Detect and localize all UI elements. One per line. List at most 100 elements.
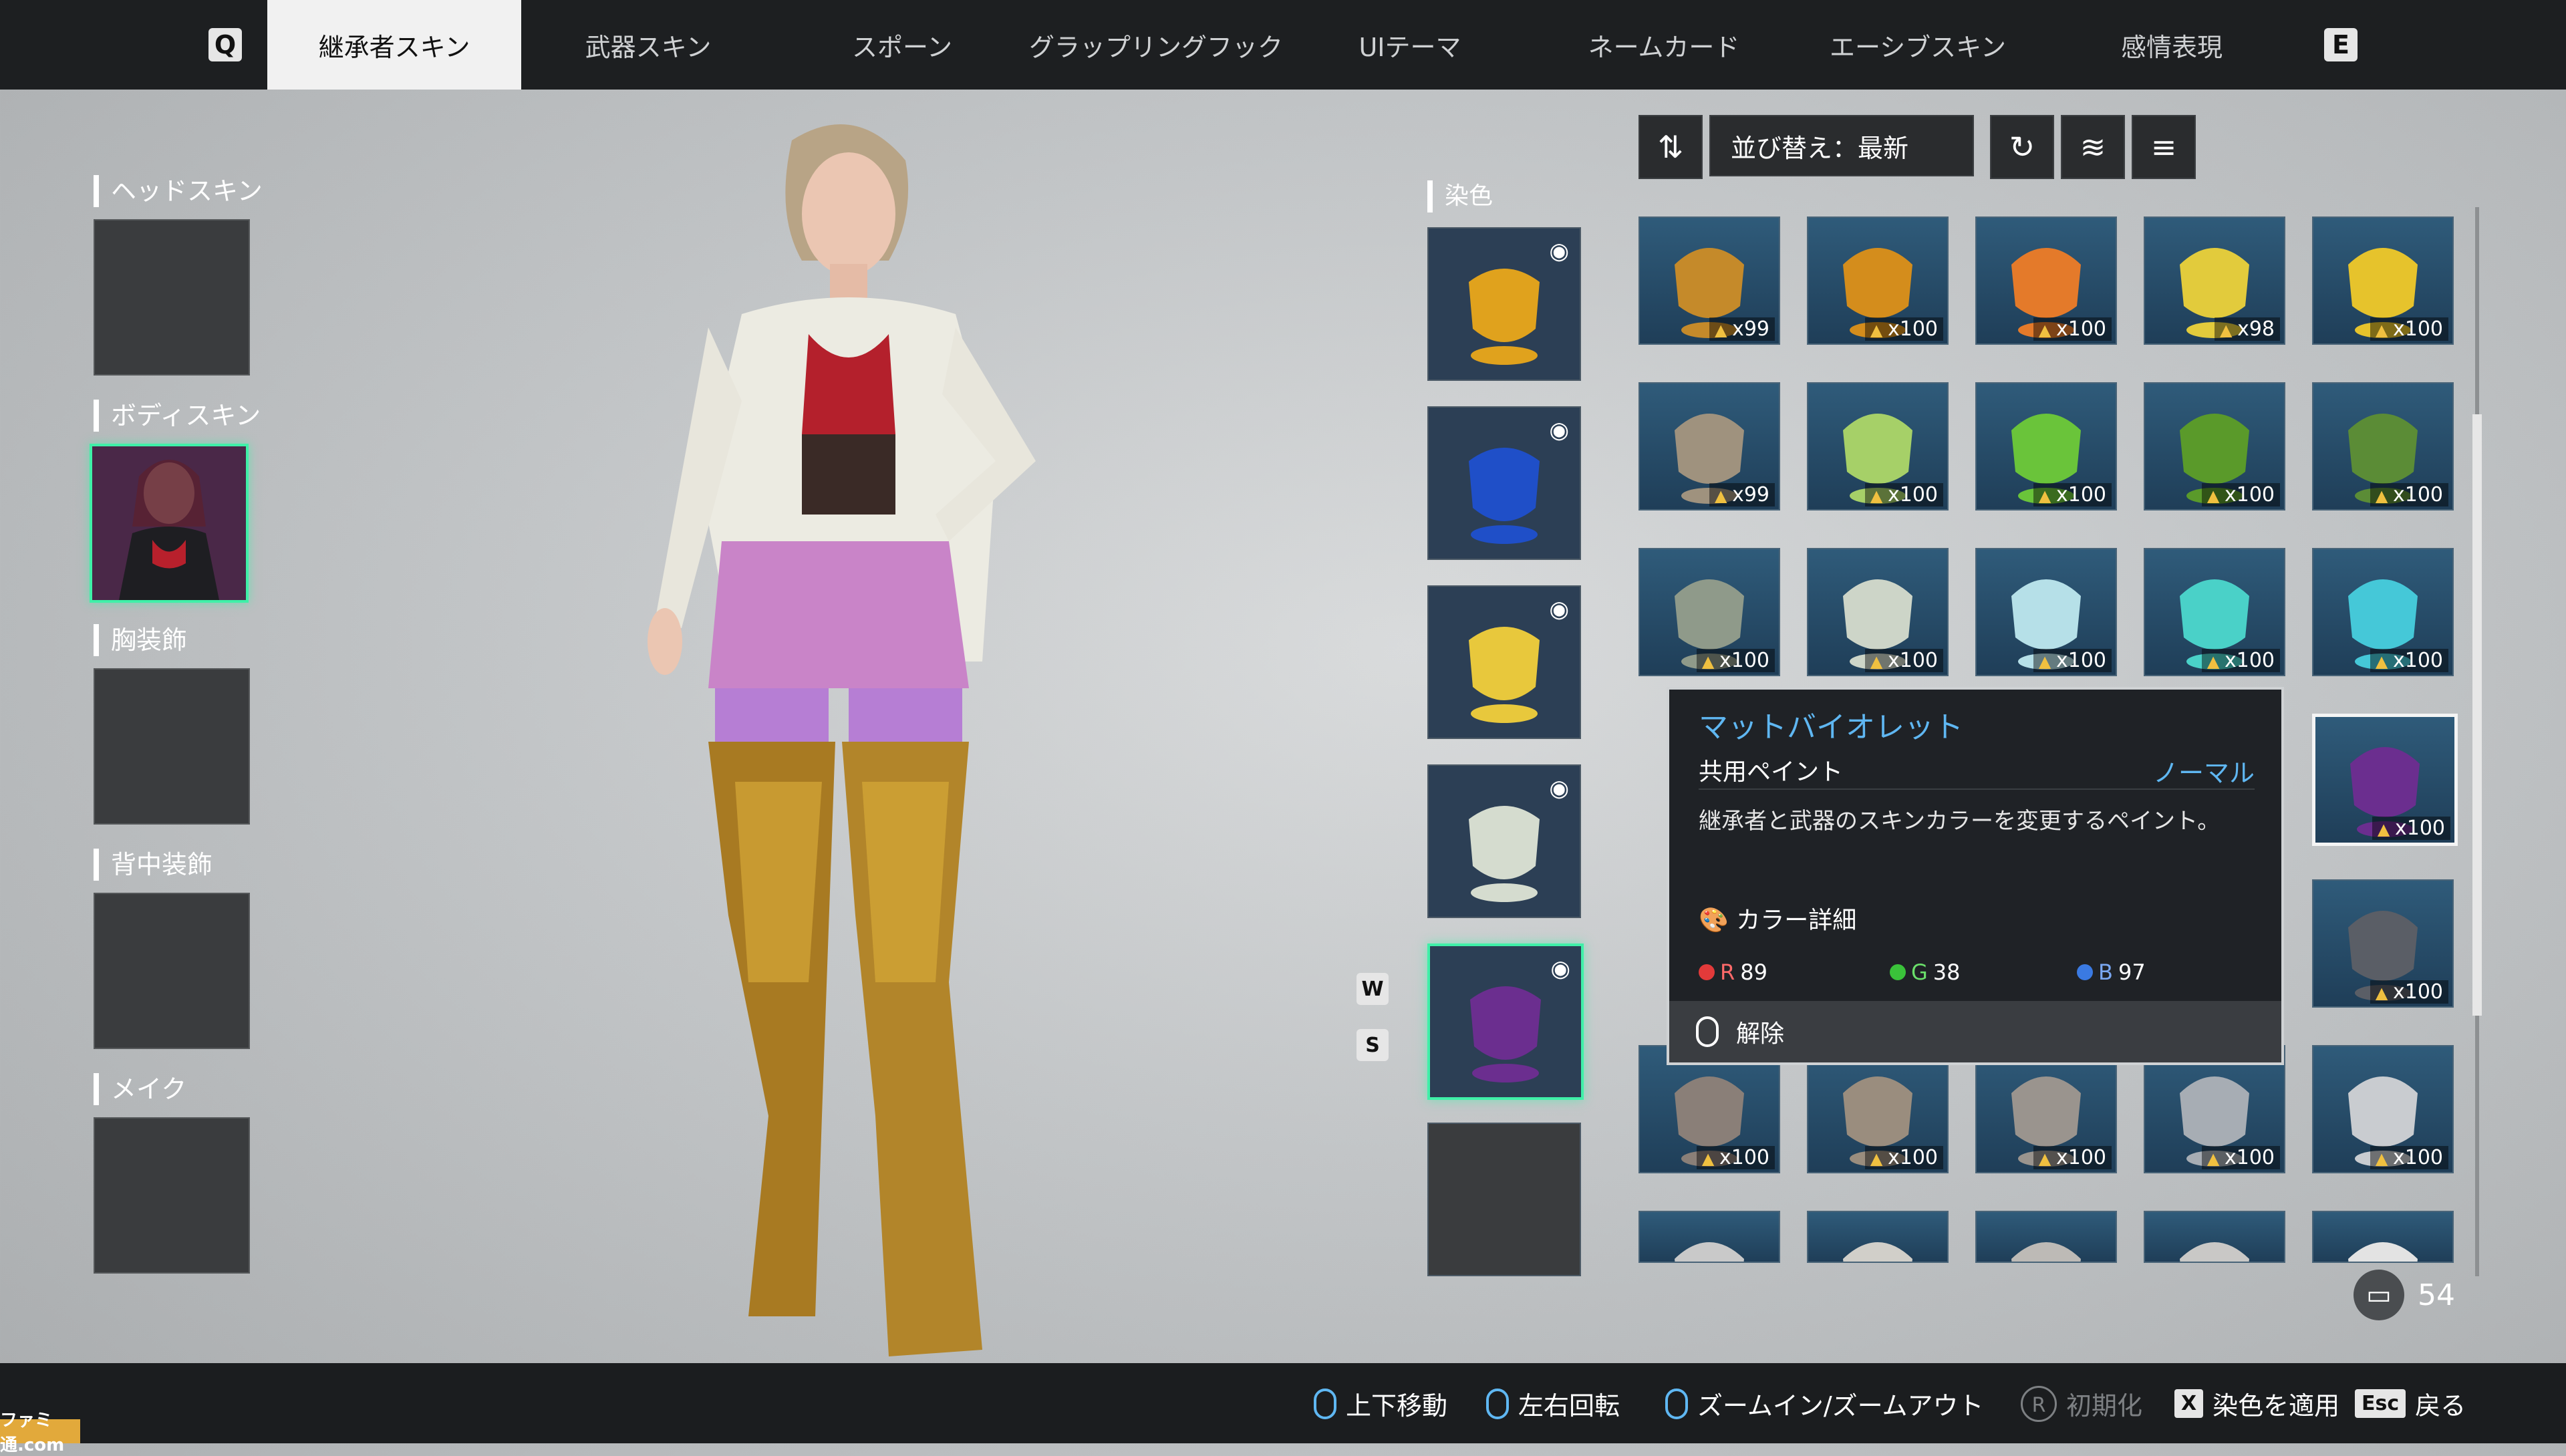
tab-spawn[interactable]: スポーン bbox=[775, 0, 1029, 90]
dye-item-cell[interactable]: x100 bbox=[2312, 216, 2454, 345]
item-count: x100 bbox=[2033, 317, 2112, 341]
dye-item-cell[interactable]: x100 bbox=[1638, 548, 1780, 676]
dye-bottle-icon bbox=[2180, 1242, 2249, 1262]
dye-item-cell[interactable]: x100 bbox=[2312, 548, 2454, 676]
rgb-value-g: 38 bbox=[1933, 960, 1961, 985]
dye-item-cell[interactable]: x100 bbox=[1807, 548, 1949, 676]
tooltip-title: マットバイオレット bbox=[1699, 710, 1963, 744]
dye-item-cell[interactable]: x99 bbox=[1638, 382, 1780, 511]
dye-bottle-icon bbox=[2011, 1242, 2081, 1262]
item-count: x100 bbox=[1864, 1146, 1943, 1169]
esc-key: Esc bbox=[2355, 1389, 2406, 1418]
item-count: x100 bbox=[2201, 483, 2280, 506]
tab-name-card[interactable]: ネームカード bbox=[1537, 0, 1791, 90]
dye-slot-4[interactable]: ◉ bbox=[1427, 764, 1581, 918]
body-skin-thumbnail bbox=[92, 446, 246, 600]
slot-label-makeup: メイク bbox=[94, 1073, 186, 1105]
tab-inheritor-skin[interactable]: 継承者スキン bbox=[267, 0, 521, 90]
tooltip-action[interactable]: 解除 bbox=[1669, 1001, 2281, 1062]
hint-label: 戻る bbox=[2415, 1391, 2466, 1421]
dye-item-cell[interactable] bbox=[2312, 1211, 2454, 1263]
tab-grappling-hook[interactable]: グラップリングフック bbox=[1029, 0, 1283, 90]
dye-slot-1[interactable]: ◉ bbox=[1427, 227, 1581, 381]
dye-item-cell[interactable]: x100 bbox=[2312, 1045, 2454, 1173]
layers-icon: ≋ bbox=[2080, 129, 2106, 165]
dye-bottle-icon bbox=[2348, 1242, 2418, 1262]
r-key-icon: R bbox=[2021, 1385, 2057, 1422]
visibility-eye-icon[interactable]: ◉ bbox=[1549, 596, 1569, 623]
item-count: x100 bbox=[2370, 649, 2448, 672]
dye-item-cell[interactable]: x100 bbox=[2144, 382, 2285, 511]
visibility-eye-icon[interactable]: ◉ bbox=[1549, 775, 1569, 802]
dye-item-cell[interactable]: x98 bbox=[2144, 216, 2285, 345]
tab-weapon-skin[interactable]: 武器スキン bbox=[521, 0, 775, 90]
hint-move-vertical: 上下移動 bbox=[1314, 1385, 1447, 1422]
dye-label: 染色 bbox=[1427, 180, 1493, 212]
tooltip-description: 継承者と武器のスキンカラーを変更するペイント。 bbox=[1699, 788, 2255, 841]
dye-item-cell[interactable]: x100 bbox=[1975, 382, 2117, 511]
next-tab-key[interactable]: E bbox=[2324, 28, 2358, 61]
sort-direction-button[interactable]: ⇅ bbox=[1638, 115, 1703, 179]
color-detail-heading: 🎨 カラー詳細 bbox=[1699, 901, 1856, 935]
tab-ecive-skin[interactable]: エーシブスキン bbox=[1791, 0, 2045, 90]
rgb-channel-g: G bbox=[1911, 960, 1928, 985]
x-key: X bbox=[2174, 1389, 2204, 1418]
reset-button[interactable]: ↻ bbox=[1990, 115, 2054, 179]
dye-item-cell[interactable]: x100 bbox=[2312, 382, 2454, 511]
rgb-channel-b: B bbox=[2098, 960, 2113, 985]
inventory-counter: ▭ 54 bbox=[2354, 1270, 2455, 1320]
item-count: x100 bbox=[2033, 1146, 2112, 1169]
dye-item-cell[interactable]: x100 bbox=[2144, 548, 2285, 676]
blue-dot-icon bbox=[2077, 964, 2093, 980]
slot-makeup[interactable] bbox=[94, 1117, 250, 1274]
dye-slot-3[interactable]: ◉ bbox=[1427, 585, 1581, 739]
dye-item-cell[interactable]: x99 bbox=[1638, 216, 1780, 345]
hint-reset[interactable]: R 初期化 bbox=[2021, 1385, 2142, 1422]
slot-label-chest: 胸装飾 bbox=[94, 624, 187, 656]
top-tab-bar: Q 継承者スキン 武器スキン スポーン グラップリングフック UIテーマ ネーム… bbox=[0, 0, 2566, 90]
sort-label: 並び替え：最新 bbox=[1731, 133, 1909, 163]
dye-item-cell[interactable]: x100 bbox=[1807, 216, 1949, 345]
dye-item-cell[interactable]: x100 bbox=[1975, 548, 2117, 676]
hint-label: 上下移動 bbox=[1346, 1391, 1448, 1421]
grid-scroll-thumb[interactable] bbox=[2472, 414, 2482, 1016]
slot-label-back: 背中装飾 bbox=[94, 849, 212, 881]
visibility-eye-icon[interactable]: ◉ bbox=[1549, 417, 1569, 444]
key-w: W bbox=[1357, 973, 1389, 1005]
dye-bottle-icon bbox=[1843, 1242, 1912, 1262]
hint-label: 染色を適用 bbox=[2213, 1391, 2340, 1421]
dye-item-cell[interactable]: x100 bbox=[1975, 216, 2117, 345]
visibility-eye-icon[interactable]: ◉ bbox=[1550, 956, 1570, 982]
hint-back[interactable]: Esc 戻る bbox=[2355, 1385, 2466, 1422]
prev-tab-key[interactable]: Q bbox=[208, 28, 242, 61]
item-count: x99 bbox=[1709, 317, 1775, 341]
hint-rotate: 左右回転 bbox=[1486, 1385, 1620, 1422]
item-count: x100 bbox=[2033, 649, 2112, 672]
visibility-eye-icon[interactable]: ◉ bbox=[1549, 238, 1569, 265]
sort-dropdown[interactable]: 並び替え：最新 bbox=[1709, 115, 1974, 176]
item-count: x100 bbox=[2370, 1146, 2448, 1169]
filter-layers-alt-button[interactable]: ≡ bbox=[2132, 115, 2196, 179]
dye-item-cell[interactable] bbox=[2144, 1211, 2285, 1263]
dye-item-cell[interactable] bbox=[1975, 1211, 2117, 1263]
tab-emotes[interactable]: 感情表現 bbox=[2045, 0, 2299, 90]
item-count: x100 bbox=[1696, 1146, 1775, 1169]
character-model[interactable] bbox=[635, 114, 1143, 1370]
slot-body-skin[interactable] bbox=[90, 444, 249, 603]
filter-layers-button[interactable]: ≋ bbox=[2061, 115, 2125, 179]
slot-chest-accessory[interactable] bbox=[94, 668, 250, 825]
dye-slot-5[interactable]: ◉ bbox=[1427, 943, 1584, 1100]
green-dot-icon bbox=[1890, 964, 1906, 980]
dye-item-cell[interactable]: x100 bbox=[2312, 714, 2458, 846]
slot-head-skin[interactable] bbox=[94, 219, 250, 376]
tab-ui-theme[interactable]: UIテーマ bbox=[1283, 0, 1537, 90]
dye-item-cell[interactable] bbox=[1807, 1211, 1949, 1263]
mouse-icon bbox=[1486, 1388, 1509, 1419]
dye-item-cell[interactable]: x100 bbox=[2312, 879, 2454, 1008]
dye-item-cell[interactable]: x100 bbox=[1807, 382, 1949, 511]
hint-apply-dye[interactable]: X 染色を適用 bbox=[2174, 1385, 2339, 1422]
slot-back-accessory[interactable] bbox=[94, 893, 250, 1049]
dye-slot-2[interactable]: ◉ bbox=[1427, 406, 1581, 560]
dye-item-cell[interactable] bbox=[1638, 1211, 1780, 1263]
dye-slot-6[interactable] bbox=[1427, 1123, 1581, 1276]
